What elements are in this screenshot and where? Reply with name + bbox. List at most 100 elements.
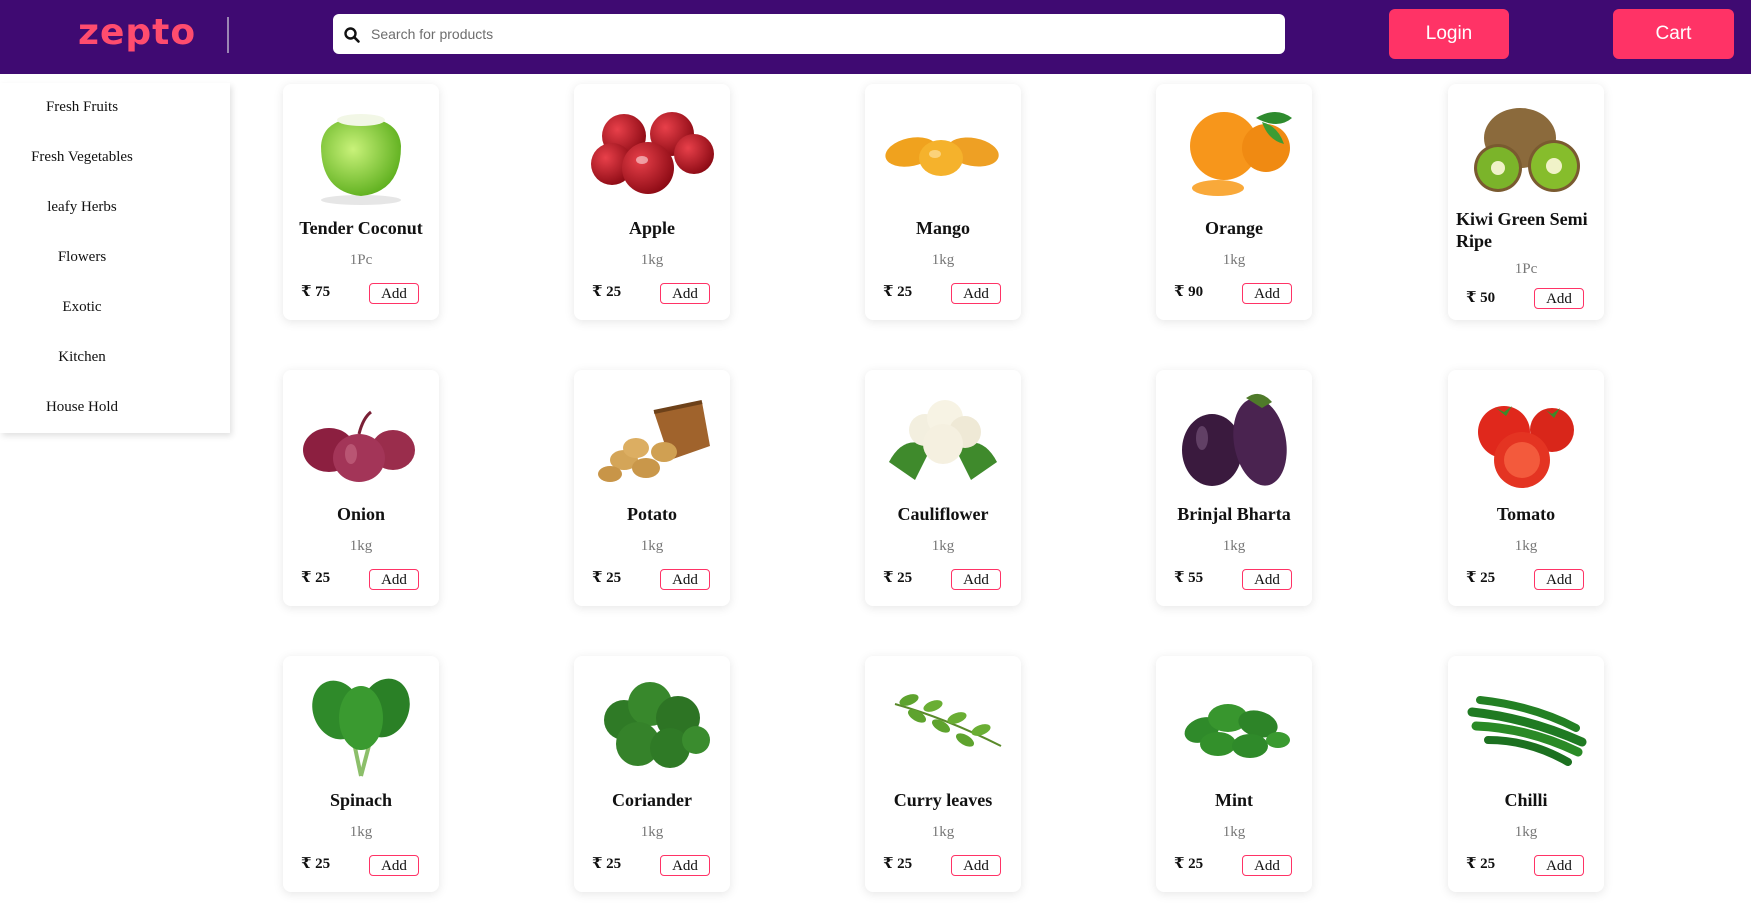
- product-quantity: 1kg: [1222, 538, 1246, 554]
- login-button[interactable]: Login: [1389, 9, 1509, 59]
- sidebar-item-flowers[interactable]: Flowers: [0, 249, 164, 266]
- product-card-chilli[interactable]: Chilli 1kg ₹ 25 Add: [1448, 656, 1604, 892]
- product-price: ₹ 25: [592, 570, 622, 586]
- add-to-cart-button[interactable]: Add: [660, 569, 710, 590]
- product-quantity: 1kg: [640, 824, 664, 840]
- sidebar-item-leafy-herbs[interactable]: leafy Herbs: [0, 199, 164, 216]
- apple-icon: [591, 112, 714, 194]
- add-to-cart-button[interactable]: Add: [951, 855, 1001, 876]
- add-to-cart-button[interactable]: Add: [1534, 288, 1584, 309]
- product-quantity: 1kg: [349, 538, 373, 554]
- mint-icon: [1184, 704, 1290, 758]
- product-name: Tender Coconut: [299, 218, 423, 238]
- product-quantity: 1kg: [931, 824, 955, 840]
- product-card-tender-coconut[interactable]: Tender Coconut 1Pc ₹ 75 Add: [283, 84, 439, 320]
- add-to-cart-button[interactable]: Add: [1242, 283, 1292, 304]
- product-name: Spinach: [329, 790, 393, 810]
- add-to-cart-button[interactable]: Add: [1242, 855, 1292, 876]
- sidebar-item-fresh-vegetables[interactable]: Fresh Vegetables: [0, 149, 164, 166]
- cauliflower-icon: [889, 400, 997, 480]
- product-card-kiwi-green-semi-ripe[interactable]: Kiwi Green Semi Ripe 1Pc ₹ 50 Add: [1448, 84, 1604, 320]
- product-name: Potato: [627, 504, 677, 524]
- product-price: ₹ 25: [592, 856, 622, 872]
- mango-icon: [885, 137, 999, 176]
- product-name: Orange: [1205, 218, 1263, 238]
- product-name: Cauliflower: [897, 504, 989, 524]
- product-quantity: 1kg: [640, 538, 664, 554]
- product-price: ₹ 25: [883, 284, 913, 300]
- sidebar-item-house-hold[interactable]: House Hold: [0, 399, 164, 416]
- sidebar-item-exotic[interactable]: Exotic: [0, 299, 164, 316]
- product-card-spinach[interactable]: Spinach 1kg ₹ 25 Add: [283, 656, 439, 892]
- product-price: ₹ 90: [1174, 284, 1204, 300]
- add-to-cart-button[interactable]: Add: [1242, 569, 1292, 590]
- curry-leaves-icon: [894, 694, 1002, 747]
- category-sidebar: Fresh Fruits Fresh Vegetables leafy Herb…: [0, 83, 230, 433]
- product-quantity: 1kg: [931, 538, 955, 554]
- add-to-cart-button[interactable]: Add: [660, 855, 710, 876]
- cart-button[interactable]: Cart: [1613, 9, 1734, 59]
- product-card-apple[interactable]: Apple 1kg ₹ 25 Add: [574, 84, 730, 320]
- product-card-onion[interactable]: Onion 1kg ₹ 25 Add: [283, 370, 439, 606]
- brinjal-icon: [1182, 393, 1287, 486]
- product-quantity: 1kg: [1514, 824, 1538, 840]
- product-name: Kiwi Green Semi Ripe: [1456, 209, 1588, 251]
- product-card-tomato[interactable]: Tomato 1kg ₹ 25 Add: [1448, 370, 1604, 606]
- product-card-mango[interactable]: Mango 1kg ₹ 25 Add: [865, 84, 1021, 320]
- add-to-cart-button[interactable]: Add: [369, 569, 419, 590]
- product-name: Brinjal Bharta: [1177, 504, 1291, 524]
- sidebar-item-kitchen[interactable]: Kitchen: [0, 349, 164, 366]
- coriander-icon: [604, 682, 710, 768]
- search-input[interactable]: [371, 14, 1271, 54]
- zepto-logo[interactable]: zepto: [78, 12, 196, 53]
- product-price: ₹ 25: [1174, 856, 1204, 872]
- add-to-cart-button[interactable]: Add: [369, 855, 419, 876]
- top-header: zepto Login Cart: [0, 0, 1751, 74]
- product-price: ₹ 55: [1174, 570, 1204, 586]
- product-name: Curry leaves: [893, 790, 993, 810]
- logo-divider: [227, 17, 229, 53]
- product-quantity: 1Pc: [349, 252, 373, 268]
- product-quantity: 1kg: [349, 824, 373, 840]
- orange-icon: [1190, 112, 1292, 196]
- search-bar[interactable]: [333, 14, 1285, 54]
- sidebar-item-fresh-fruits[interactable]: Fresh Fruits: [0, 99, 164, 116]
- add-to-cart-button[interactable]: Add: [1534, 855, 1584, 876]
- potato-icon: [598, 400, 710, 482]
- product-card-mint[interactable]: Mint 1kg ₹ 25 Add: [1156, 656, 1312, 892]
- product-price: ₹ 25: [301, 856, 331, 872]
- product-name: Apple: [628, 218, 675, 238]
- add-to-cart-button[interactable]: Add: [951, 569, 1001, 590]
- product-card-cauliflower[interactable]: Cauliflower 1kg ₹ 25 Add: [865, 370, 1021, 606]
- product-name: Onion: [336, 504, 386, 524]
- kiwi-icon: [1474, 108, 1580, 192]
- product-price: ₹ 25: [592, 284, 622, 300]
- add-to-cart-button[interactable]: Add: [660, 283, 710, 304]
- product-price: ₹ 25: [1466, 570, 1496, 586]
- product-name: Tomato: [1496, 504, 1556, 524]
- product-card-brinjal-bharta[interactable]: Brinjal Bharta 1kg ₹ 55 Add: [1156, 370, 1312, 606]
- product-quantity: 1Pc: [1514, 261, 1538, 277]
- product-quantity: 1kg: [1222, 824, 1246, 840]
- spinach-icon: [312, 678, 410, 777]
- coconut-icon: [321, 114, 401, 205]
- add-to-cart-button[interactable]: Add: [1534, 569, 1584, 590]
- product-card-orange[interactable]: Orange 1kg ₹ 90 Add: [1156, 84, 1312, 320]
- product-quantity: 1kg: [640, 252, 664, 268]
- product-card-curry-leaves[interactable]: Curry leaves 1kg ₹ 25 Add: [865, 656, 1021, 892]
- tomato-icon: [1478, 406, 1574, 488]
- product-quantity: 1kg: [931, 252, 955, 268]
- product-quantity: 1kg: [1222, 252, 1246, 268]
- product-quantity: 1kg: [1514, 538, 1538, 554]
- chilli-icon: [1467, 696, 1587, 766]
- product-price: ₹ 25: [883, 856, 913, 872]
- add-to-cart-button[interactable]: Add: [951, 283, 1001, 304]
- product-card-coriander[interactable]: Coriander 1kg ₹ 25 Add: [574, 656, 730, 892]
- product-price: ₹ 25: [883, 570, 913, 586]
- onion-icon: [303, 410, 415, 482]
- add-to-cart-button[interactable]: Add: [369, 283, 419, 304]
- product-name: Mango: [916, 218, 970, 238]
- product-price: ₹ 25: [301, 570, 331, 586]
- product-card-potato[interactable]: Potato 1kg ₹ 25 Add: [574, 370, 730, 606]
- search-icon[interactable]: [343, 26, 361, 44]
